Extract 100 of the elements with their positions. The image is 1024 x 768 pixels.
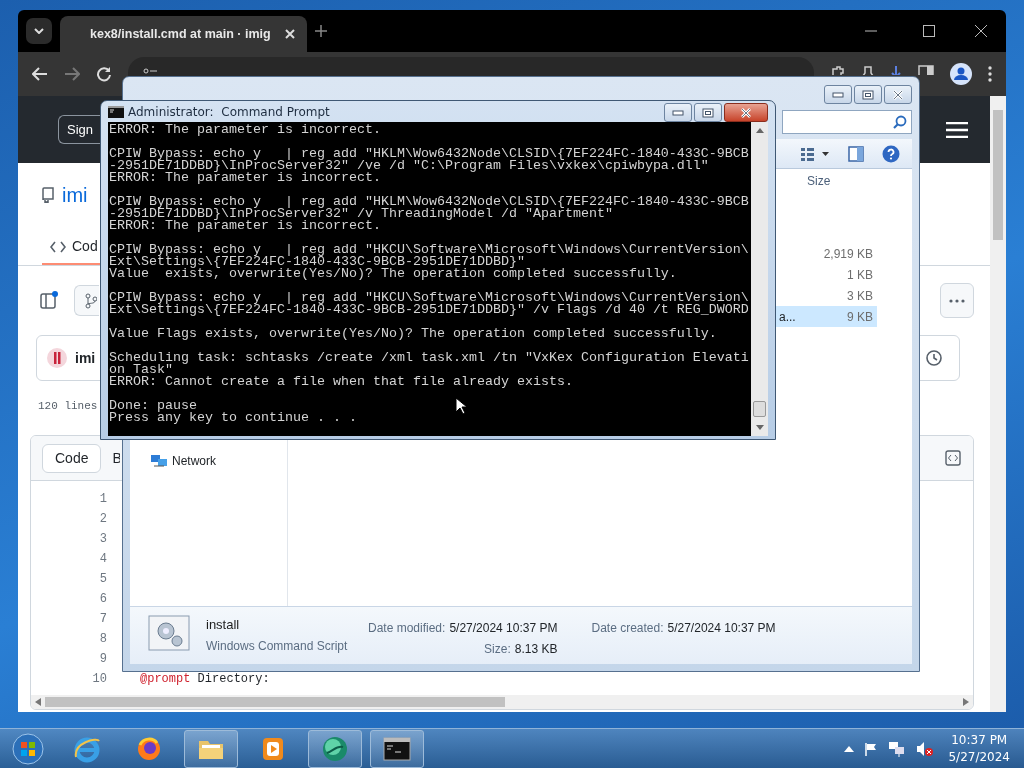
network-icon[interactable]	[888, 740, 907, 757]
nav-item[interactable]: Network	[150, 451, 216, 471]
reload-icon[interactable]	[96, 66, 112, 82]
close-button[interactable]	[724, 103, 768, 122]
extensions-icon[interactable]	[830, 65, 846, 75]
maximize-icon	[862, 89, 874, 100]
file-row[interactable]: a... 9 KB	[775, 306, 877, 327]
scroll-right-icon	[963, 698, 969, 706]
volume-muted-icon[interactable]	[916, 740, 935, 757]
browser-tab[interactable]: kex8/install.cmd at main · imig	[60, 16, 307, 52]
script-file-icon	[148, 615, 190, 651]
download-icon[interactable]	[890, 65, 902, 75]
symbols-icon[interactable]	[945, 450, 961, 466]
console-line: -2951DE71DDBD}\InProcServer32" /v ThreadingModel /d "Apartment"	[109, 208, 613, 220]
caret-icon	[34, 28, 44, 34]
view-options-icon[interactable]	[800, 146, 830, 161]
minimize-icon	[832, 91, 844, 98]
view-tab[interactable]: B	[109, 443, 122, 473]
column-header[interactable]: Size	[807, 172, 831, 190]
console-line: ERROR: The parameter is incorrect.	[109, 124, 381, 136]
file-row[interactable]: 3 KB	[775, 285, 877, 306]
close-button[interactable]	[884, 85, 912, 104]
file-row[interactable]: 2,919 KB	[775, 243, 877, 264]
side-panel-icon[interactable]	[918, 65, 934, 75]
scroll-down-icon	[755, 425, 764, 430]
line-number: 7	[98, 611, 107, 628]
network-icon	[150, 453, 168, 469]
globe-icon	[321, 734, 349, 763]
field-label: Date created:	[591, 620, 664, 637]
code-icon	[50, 240, 66, 253]
console-line: ERROR: The parameter is incorrect.	[109, 172, 381, 184]
back-icon[interactable]	[32, 67, 48, 81]
scroll-up-icon	[755, 128, 764, 133]
file-size: 2,919 KB	[823, 245, 873, 263]
pointer-icon	[455, 397, 467, 415]
taskbar-button[interactable]	[370, 729, 424, 768]
site-info-icon	[142, 67, 158, 76]
console-line: CPIW Bypass: echo y | reg add "HKCU\Software\Microsoft\Windows\CurrentVersion\	[109, 292, 749, 304]
search-field[interactable]	[782, 110, 912, 134]
console-line: Ext\Settings\{7EF224FC-1840-433C-9BCB-2951DE71DDBD}" /v Flags /d 40 /t REG_DWORD	[109, 304, 749, 316]
line-number: 4	[98, 551, 107, 568]
vertical-scrollbar[interactable]	[990, 96, 1006, 712]
file-size: 9 KB	[847, 308, 873, 326]
file-name: a...	[778, 308, 796, 326]
tab-list-button[interactable]	[26, 18, 52, 44]
windows-logo-icon	[12, 732, 44, 765]
close-icon	[740, 107, 752, 118]
show-hidden-icons-icon[interactable]	[844, 745, 855, 752]
repo-name[interactable]: imi	[62, 180, 88, 210]
close-icon[interactable]	[284, 29, 295, 39]
forward-icon[interactable]	[64, 67, 80, 81]
close-icon[interactable]	[974, 24, 988, 38]
file-name: install	[206, 616, 241, 634]
field-label: Date modified:	[368, 620, 446, 637]
help-icon[interactable]	[882, 144, 900, 163]
console-line: on Task"	[109, 364, 173, 376]
plus-icon[interactable]	[314, 25, 327, 37]
minimize-button[interactable]	[664, 103, 692, 122]
flag-icon[interactable]	[864, 741, 879, 756]
scroll-left-icon	[35, 698, 41, 706]
repo-icon	[42, 187, 54, 203]
console-line: ERROR: The parameter is incorrect.	[109, 220, 381, 232]
profile-icon[interactable]	[950, 63, 972, 85]
file-size: 3 KB	[847, 287, 873, 305]
console-icon	[383, 734, 411, 763]
console-line: ERROR: Cannot create a file when that file already exists.	[109, 376, 573, 388]
console-line: CPIW Bypass: echo y | reg add "HKLM\Wow6432Node\CLSID\{7EF224FC-1840-433C-9BCB	[109, 148, 749, 160]
minimize-button[interactable]	[824, 85, 852, 104]
console-scrollbar[interactable]	[751, 122, 768, 436]
line-number: 2	[98, 511, 107, 528]
field-value: 5/27/2024 10:37 PM	[667, 620, 776, 637]
file-type: Windows Command Script	[206, 637, 349, 655]
scroll-thumb[interactable]	[753, 401, 766, 417]
maximize-button[interactable]	[854, 85, 882, 104]
view-tab[interactable]: Code	[42, 443, 102, 473]
branch-button[interactable]	[74, 284, 99, 316]
file-row[interactable]: 1 KB	[775, 264, 877, 285]
menu-icon[interactable]	[946, 121, 968, 138]
taskbar-button[interactable]	[184, 729, 238, 768]
avatar-icon	[47, 348, 67, 368]
line-number: 6	[98, 591, 107, 608]
pin-icon[interactable]	[862, 65, 874, 75]
console-line: Value Flags exists, overwrite(Yes/No)? The operation completed successfully.	[109, 328, 717, 340]
menu-icon[interactable]	[988, 66, 992, 82]
commit-author[interactable]: imi	[75, 347, 96, 369]
more-icon	[949, 298, 965, 303]
maximize-icon[interactable]	[922, 24, 936, 38]
search-icon	[893, 115, 907, 129]
console-line: Scheduling task: schtasks /create /xml task.xml /tn "VxKex Configuration Elevati	[109, 352, 749, 364]
window-title: Administrator: Command Prompt	[128, 103, 330, 121]
history-icon[interactable]	[925, 349, 943, 367]
horizontal-scrollbar[interactable]	[31, 695, 973, 709]
preview-pane-icon[interactable]	[848, 145, 864, 162]
console-line: Done: pause	[109, 400, 197, 412]
file-size: 1 KB	[847, 266, 873, 284]
maximize-button[interactable]	[694, 103, 722, 122]
code-line: @prompt Directory:	[140, 671, 270, 688]
file-tree-icon[interactable]	[40, 291, 58, 309]
clock[interactable]: 10:37 PM 5/27/2024	[948, 731, 1010, 766]
branch-icon	[85, 292, 97, 309]
